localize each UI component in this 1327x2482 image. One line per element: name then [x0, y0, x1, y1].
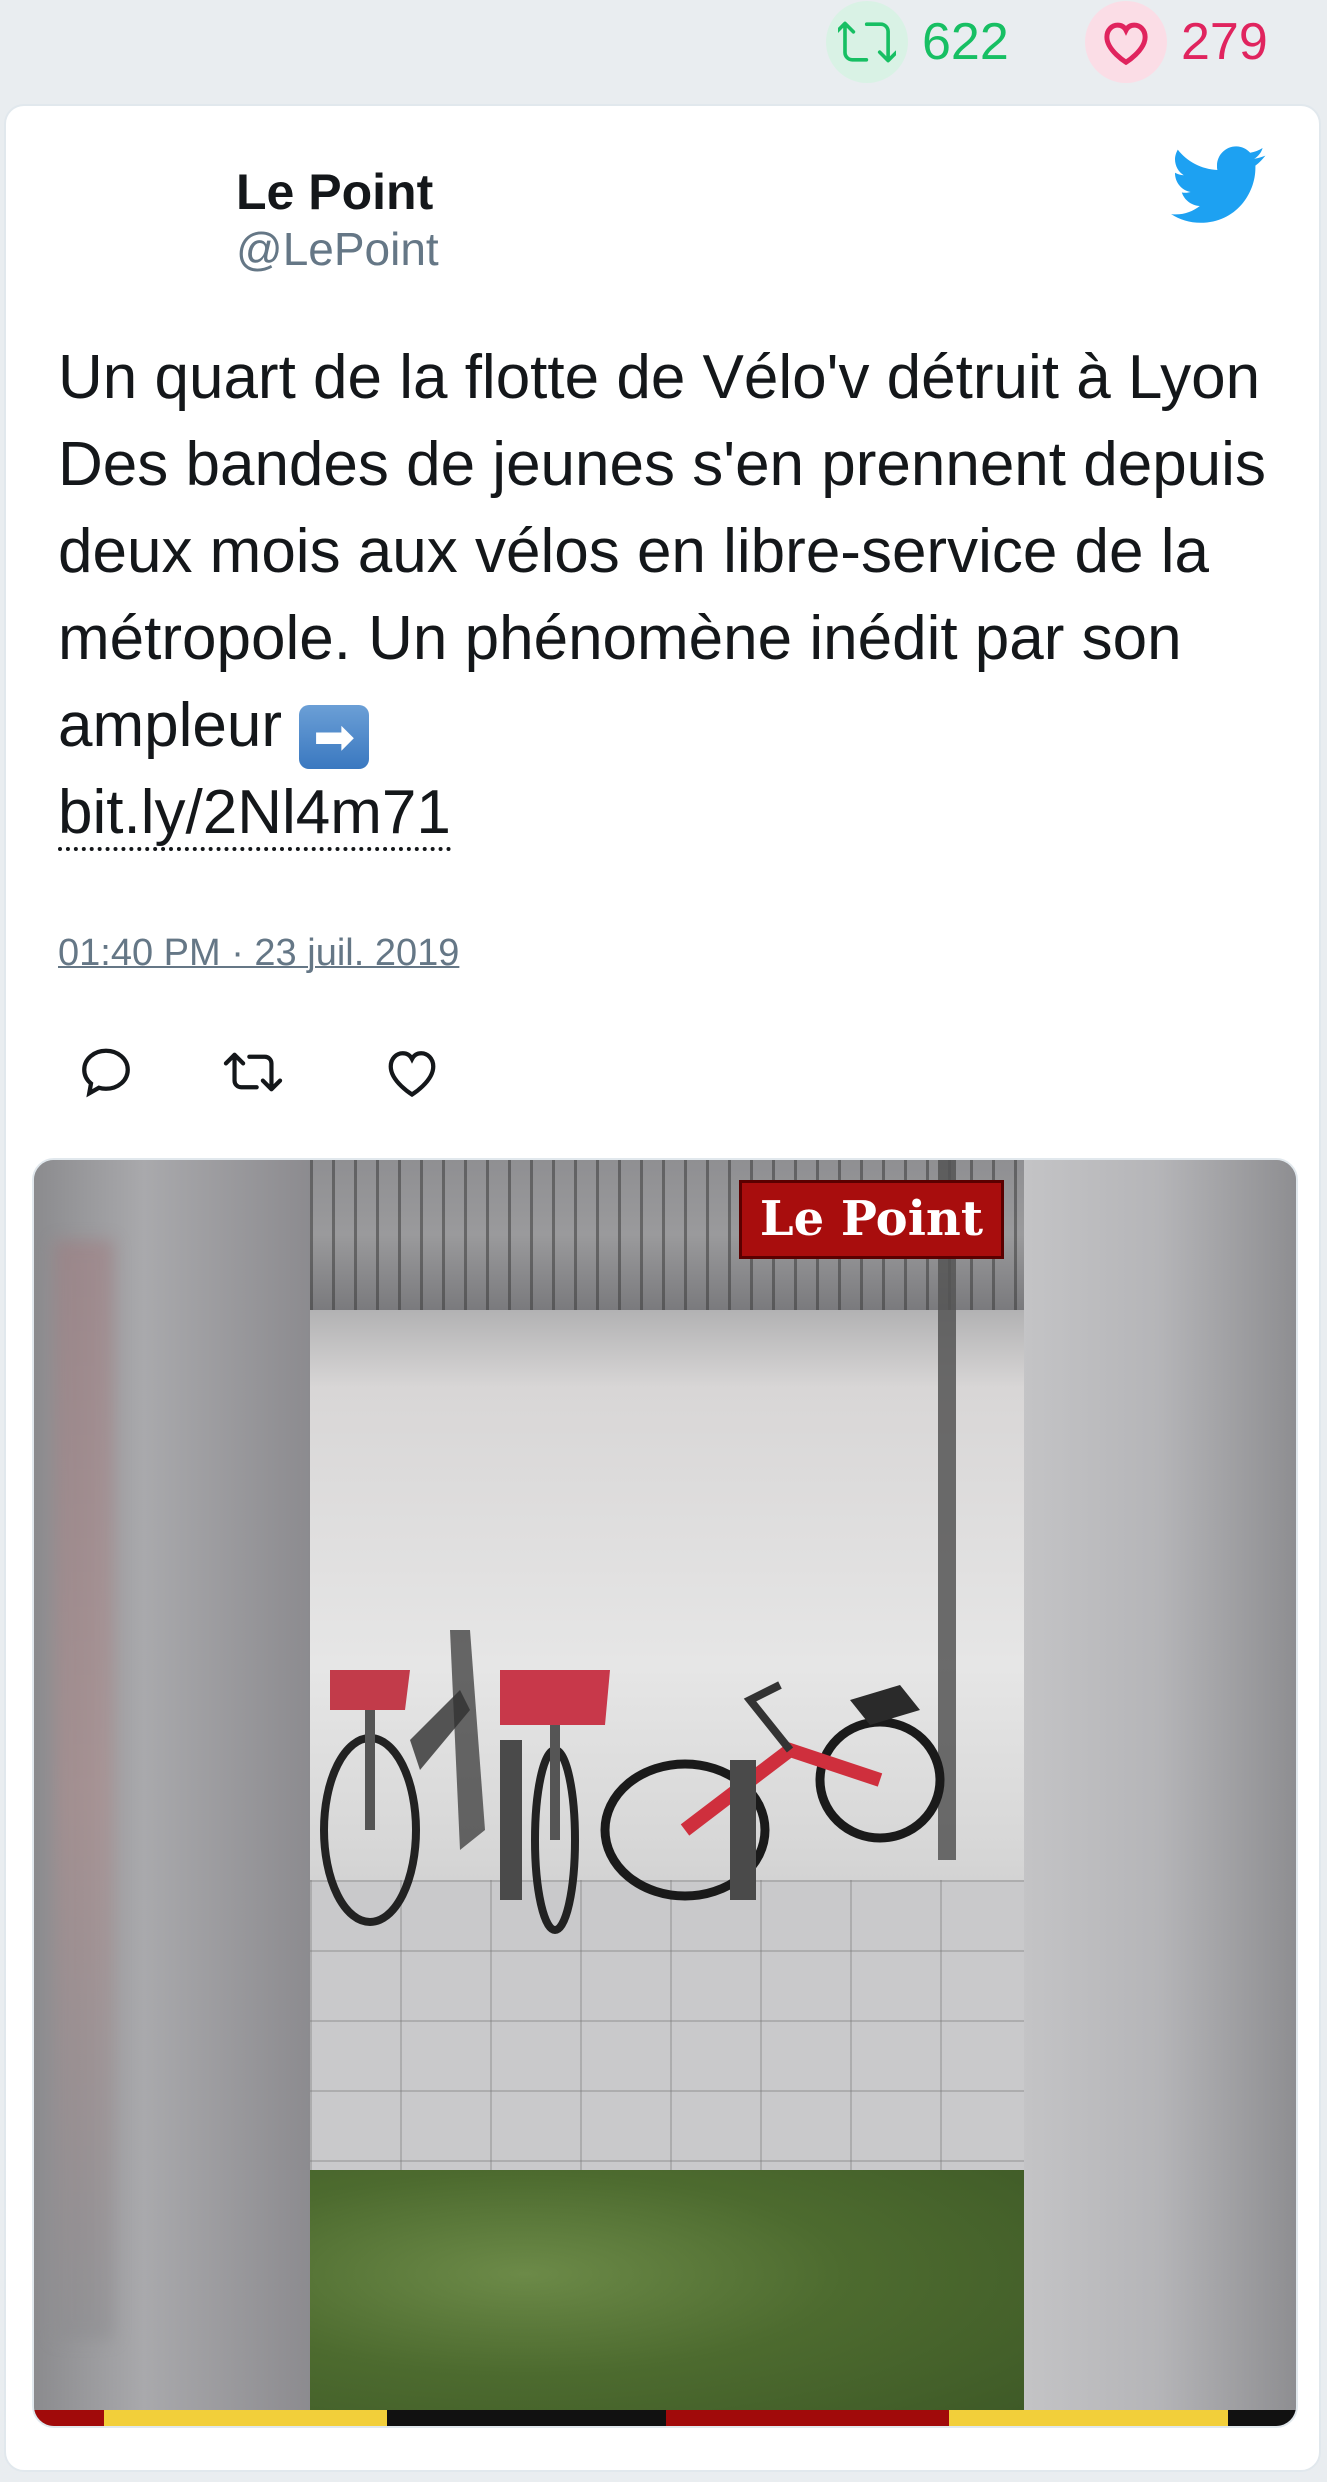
like-stat[interactable]: 279	[1085, 1, 1268, 83]
bicycles-image	[320, 1630, 945, 1934]
author-name[interactable]: Le Point	[236, 162, 439, 222]
retweet-action-icon[interactable]	[221, 1042, 283, 1102]
right-arrow-emoji-icon: ➡	[299, 705, 370, 769]
video-color-stripe	[34, 2410, 1296, 2426]
tweet-card: Le Point @LePoint Un quart de la flotte …	[4, 104, 1321, 2472]
tweet-text: Un quart de la flotte de Vélo'v détruit …	[58, 334, 1298, 856]
tweet-body: Un quart de la flotte de Vélo'v détruit …	[58, 343, 1266, 760]
tweet-stats-bar: 622 279	[0, 0, 1327, 100]
tweet-link[interactable]: bit.ly/2Nl4m71	[58, 778, 451, 851]
tweet-video-media[interactable]: Le Point	[32, 1158, 1298, 2428]
reply-icon[interactable]	[76, 1042, 136, 1102]
bushes-image	[310, 2170, 1024, 2426]
retweet-stat[interactable]: 622	[826, 1, 1009, 83]
tweet-author[interactable]: Le Point @LePoint	[236, 162, 439, 277]
retweet-count: 622	[922, 13, 1009, 71]
heart-icon[interactable]	[1085, 1, 1167, 83]
le-point-logo: Le Point	[738, 1180, 1004, 1259]
twitter-bird-icon[interactable]	[1171, 146, 1267, 226]
tweet-timestamp[interactable]: 01:40 PM · 23 juil. 2019	[58, 932, 459, 975]
video-blurred-side-left	[34, 1160, 310, 2426]
video-blurred-side-right	[1020, 1160, 1296, 2426]
like-count: 279	[1181, 13, 1268, 71]
like-action-icon[interactable]	[382, 1042, 442, 1102]
retweet-icon[interactable]	[826, 1, 908, 83]
video-frame: Le Point	[310, 1160, 1024, 2426]
author-handle[interactable]: @LePoint	[236, 222, 439, 277]
